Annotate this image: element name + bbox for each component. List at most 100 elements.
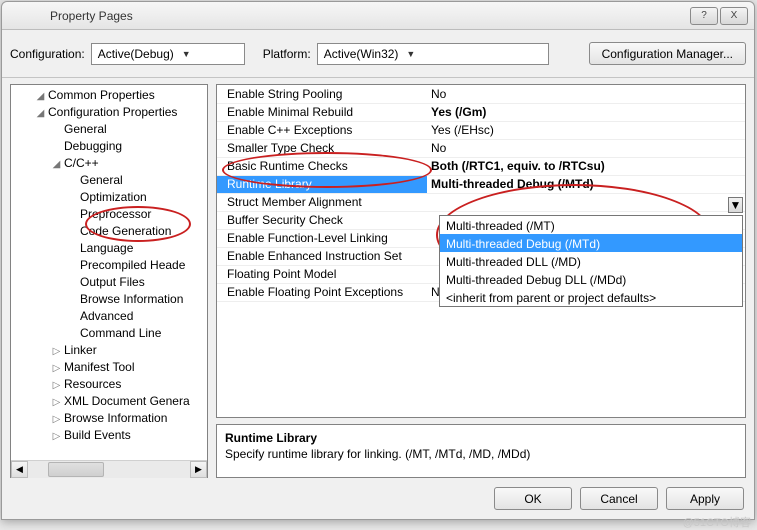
configuration-manager-button[interactable]: Configuration Manager... — [589, 42, 746, 65]
tree-item-label: General — [78, 173, 125, 187]
property-name: Struct Member Alignment — [217, 193, 427, 211]
expander-icon[interactable]: ◢ — [35, 88, 46, 105]
scroll-right-icon[interactable]: ▶ — [190, 461, 207, 478]
property-name: Smaller Type Check — [217, 139, 427, 157]
property-value[interactable]: Multi-threaded Debug (/MTd) — [427, 175, 745, 193]
tree-item-label: Configuration Properties — [46, 105, 179, 119]
description-body: Specify runtime library for linking. (/M… — [225, 447, 737, 461]
property-value[interactable]: No — [427, 85, 745, 103]
scroll-thumb[interactable] — [48, 462, 104, 477]
scroll-left-icon[interactable]: ◀ — [11, 461, 28, 478]
dropdown-option[interactable]: Multi-threaded Debug (/MTd) — [440, 234, 742, 252]
expander-icon[interactable]: ◢ — [51, 156, 62, 173]
chevron-down-icon: ▼ — [730, 198, 742, 212]
property-row[interactable]: Smaller Type CheckNo — [217, 139, 745, 157]
description-panel: Runtime Library Specify runtime library … — [216, 424, 746, 478]
platform-label: Platform: — [263, 47, 311, 61]
property-name: Enable Function-Level Linking — [217, 229, 427, 247]
tree-item[interactable]: ▷Linker — [11, 342, 207, 359]
tree-item-label: Precompiled Heade — [78, 258, 187, 272]
tree-item[interactable]: Command Line — [11, 325, 207, 342]
tree-item[interactable]: Code Generation — [11, 223, 207, 240]
tree-item[interactable]: ▷Resources — [11, 376, 207, 393]
tree-item[interactable]: Debugging — [11, 138, 207, 155]
cancel-button[interactable]: Cancel — [580, 487, 658, 510]
property-row[interactable]: Enable Minimal RebuildYes (/Gm) — [217, 103, 745, 121]
tree-item[interactable]: Preprocessor — [11, 206, 207, 223]
property-value[interactable]: Yes (/EHsc) — [427, 121, 745, 139]
tree-item[interactable]: ▷Build Events — [11, 427, 207, 444]
tree-item[interactable]: ◢C/C++ — [11, 155, 207, 172]
config-bar: Configuration: Active(Debug) ▼ Platform:… — [2, 30, 754, 78]
close-button[interactable]: X — [720, 7, 748, 25]
property-row[interactable]: Enable String PoolingNo — [217, 85, 745, 103]
tree-item-label: Code Generation — [78, 224, 173, 238]
platform-value: Active(Win32) — [324, 47, 399, 61]
tree-item[interactable]: Optimization — [11, 189, 207, 206]
property-row[interactable]: Struct Member Alignment — [217, 193, 745, 211]
ok-button[interactable]: OK — [494, 487, 572, 510]
expander-icon[interactable]: ▷ — [51, 377, 62, 394]
property-row[interactable]: Enable C++ ExceptionsYes (/EHsc) — [217, 121, 745, 139]
property-name: Floating Point Model — [217, 265, 427, 283]
dialog-buttons: OK Cancel Apply — [2, 478, 754, 519]
tree-item[interactable]: Output Files — [11, 274, 207, 291]
tree-item[interactable]: ◢Common Properties — [11, 87, 207, 104]
tree-item[interactable]: Precompiled Heade — [11, 257, 207, 274]
category-tree[interactable]: ◢Common Properties◢Configuration Propert… — [10, 84, 208, 478]
tree-item-label: General — [62, 122, 109, 136]
tree-item[interactable]: Language — [11, 240, 207, 257]
tree-item[interactable]: Browse Information — [11, 291, 207, 308]
property-row[interactable]: Basic Runtime ChecksBoth (/RTC1, equiv. … — [217, 157, 745, 175]
property-name: Enable C++ Exceptions — [217, 121, 427, 139]
tree-item-label: Output Files — [78, 275, 147, 289]
property-value[interactable]: Both (/RTC1, equiv. to /RTCsu) — [427, 157, 745, 175]
expander-icon[interactable]: ◢ — [35, 105, 46, 122]
horizontal-scrollbar[interactable]: ◀ ▶ — [11, 460, 207, 477]
tree-item[interactable]: General — [11, 172, 207, 189]
property-name: Buffer Security Check — [217, 211, 427, 229]
tree-item-label: Debugging — [62, 139, 124, 153]
property-value[interactable] — [427, 193, 745, 211]
dropdown-option[interactable]: <inherit from parent or project defaults… — [440, 288, 742, 306]
tree-item[interactable]: Advanced — [11, 308, 207, 325]
window-title: Property Pages — [8, 9, 690, 23]
tree-item-label: Preprocessor — [78, 207, 153, 221]
configuration-value: Active(Debug) — [98, 47, 174, 61]
tree-item-label: C/C++ — [62, 156, 101, 170]
tree-item[interactable]: General — [11, 121, 207, 138]
property-value[interactable]: Yes (/Gm) — [427, 103, 745, 121]
property-name: Basic Runtime Checks — [217, 157, 427, 175]
title-bar[interactable]: Property Pages ? X — [2, 2, 754, 30]
configuration-label: Configuration: — [10, 47, 85, 61]
property-grid: Enable String PoolingNoEnable Minimal Re… — [216, 84, 746, 418]
apply-button[interactable]: Apply — [666, 487, 744, 510]
dropdown-toggle[interactable]: ▼ — [728, 197, 743, 213]
property-pages-dialog: Property Pages ? X Configuration: Active… — [1, 1, 755, 520]
help-button[interactable]: ? — [690, 7, 718, 25]
dropdown-option[interactable]: Multi-threaded (/MT) — [440, 216, 742, 234]
dropdown-option[interactable]: Multi-threaded DLL (/MD) — [440, 252, 742, 270]
description-title: Runtime Library — [225, 431, 737, 445]
expander-icon[interactable]: ▷ — [51, 394, 62, 411]
property-name: Enable Floating Point Exceptions — [217, 283, 427, 301]
tree-item[interactable]: ▷Manifest Tool — [11, 359, 207, 376]
configuration-select[interactable]: Active(Debug) ▼ — [91, 43, 245, 65]
expander-icon[interactable]: ▷ — [51, 343, 62, 360]
expander-icon[interactable]: ▷ — [51, 428, 62, 445]
tree-item-label: Resources — [62, 377, 123, 391]
platform-select[interactable]: Active(Win32) ▼ — [317, 43, 549, 65]
tree-item[interactable]: ◢Configuration Properties — [11, 104, 207, 121]
property-value[interactable]: No — [427, 139, 745, 157]
tree-item[interactable]: ▷Browse Information — [11, 410, 207, 427]
property-name: Enable String Pooling — [217, 85, 427, 103]
tree-item-label: Build Events — [62, 428, 133, 442]
dropdown-option[interactable]: Multi-threaded Debug DLL (/MDd) — [440, 270, 742, 288]
scroll-track[interactable] — [28, 461, 190, 478]
property-row[interactable]: Runtime LibraryMulti-threaded Debug (/MT… — [217, 175, 745, 193]
tree-item-label: Language — [78, 241, 135, 255]
expander-icon[interactable]: ▷ — [51, 360, 62, 377]
runtime-library-dropdown[interactable]: Multi-threaded (/MT)Multi-threaded Debug… — [439, 215, 743, 307]
tree-item[interactable]: ▷XML Document Genera — [11, 393, 207, 410]
expander-icon[interactable]: ▷ — [51, 411, 62, 428]
